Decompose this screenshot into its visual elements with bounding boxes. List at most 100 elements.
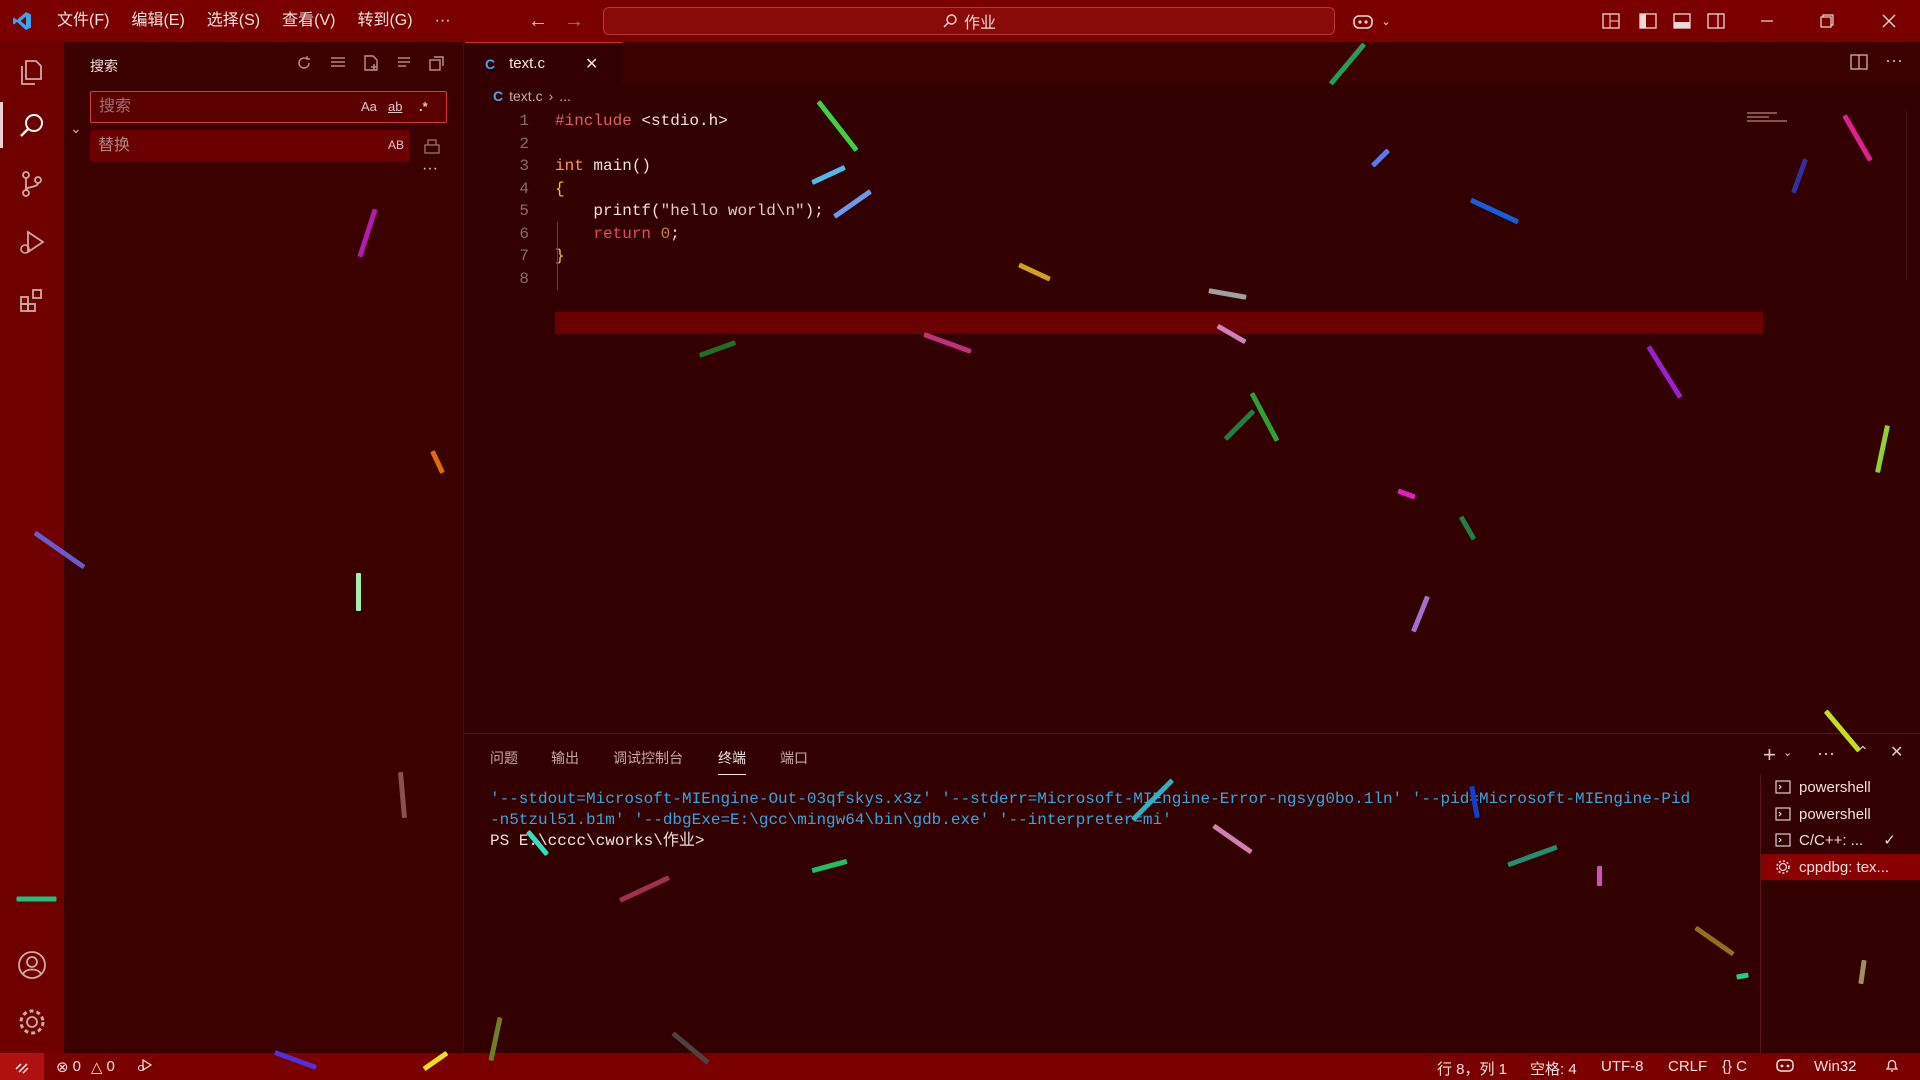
code-line: 7} bbox=[465, 245, 1920, 268]
sidebar-title: 搜索 bbox=[90, 58, 118, 74]
view-as-tree-icon[interactable] bbox=[393, 52, 415, 74]
restore-icon[interactable] bbox=[1816, 10, 1838, 32]
line-number: 5 bbox=[519, 202, 529, 220]
vscode-logo-icon bbox=[0, 0, 44, 42]
explorer-icon[interactable] bbox=[14, 54, 50, 90]
debug-launch-icon[interactable] bbox=[137, 1058, 153, 1076]
line-number: 3 bbox=[519, 157, 529, 175]
new-terminal-icon[interactable]: + bbox=[1763, 742, 1776, 768]
tab-ports[interactable]: 端口 bbox=[780, 748, 808, 768]
menu-view[interactable]: 查看(V) bbox=[271, 0, 346, 42]
tab-debug-console[interactable]: 调试控制台 bbox=[613, 748, 683, 768]
call-end: ); bbox=[804, 202, 824, 220]
panel-more-actions-icon[interactable]: ··· bbox=[1817, 743, 1835, 764]
editor-area: C text.c ✕ ··· C text.c › ... 1 #include … bbox=[465, 42, 1920, 732]
terminal-item-powershell[interactable]: powershell bbox=[1761, 801, 1920, 827]
problems-indicator[interactable]: ⊗ 0 △ 0 bbox=[56, 1058, 115, 1076]
menu-more[interactable]: ··· bbox=[424, 0, 462, 42]
maximize-panel-icon[interactable]: ⌃ bbox=[1857, 743, 1869, 760]
preserve-case-toggle[interactable]: AB bbox=[388, 138, 404, 152]
use-regex-toggle[interactable]: .* bbox=[419, 99, 428, 114]
toggle-primary-sidebar-icon[interactable] bbox=[1637, 10, 1659, 32]
code-line: 1 #include <stdio.h> bbox=[465, 110, 1920, 133]
toggle-panel-icon[interactable] bbox=[1671, 10, 1693, 32]
editor-scrollbar[interactable] bbox=[1906, 110, 1920, 280]
code-editor[interactable]: 1 #include <stdio.h> 2 3 int main() 4{ 5 p… bbox=[465, 110, 1920, 290]
source-control-icon[interactable] bbox=[14, 166, 50, 202]
status-bar: ⊗ 0 △ 0 行 8，列 1 空格: 4 UTF-8 CRLF {} C Win3… bbox=[0, 1053, 1920, 1080]
replace-all-icon[interactable] bbox=[422, 136, 442, 161]
search-input[interactable] bbox=[99, 96, 349, 118]
menu-go[interactable]: 转到(G) bbox=[346, 0, 423, 42]
function-signature: main() bbox=[583, 157, 652, 175]
menu-file[interactable]: 文件(F) bbox=[46, 0, 120, 42]
line-ending[interactable]: CRLF bbox=[1668, 1058, 1707, 1075]
breadcrumb-file[interactable]: text.c bbox=[509, 88, 542, 104]
tab-problems[interactable]: 问题 bbox=[490, 748, 518, 768]
minimap[interactable] bbox=[1747, 110, 1819, 132]
encoding[interactable]: UTF-8 bbox=[1601, 1058, 1644, 1075]
collapse-all-icon[interactable] bbox=[426, 52, 448, 74]
run-debug-icon[interactable] bbox=[14, 224, 50, 260]
close-panel-icon[interactable]: ✕ bbox=[1890, 742, 1903, 762]
tab-terminal[interactable]: 终端 bbox=[718, 748, 746, 775]
terminal-item-cppdbg[interactable]: cppdbg: tex... bbox=[1761, 854, 1920, 880]
remote-indicator-icon[interactable] bbox=[0, 1053, 44, 1080]
brace: { bbox=[555, 179, 565, 198]
terminal-item-powershell[interactable]: powershell bbox=[1761, 774, 1920, 800]
split-editor-icon[interactable] bbox=[1850, 53, 1868, 76]
toggle-secondary-sidebar-icon[interactable] bbox=[1705, 10, 1727, 32]
chevron-down-icon[interactable]: ⌄ bbox=[1783, 746, 1792, 759]
c-file-icon: C bbox=[485, 55, 496, 72]
active-indicator bbox=[0, 102, 3, 148]
account-icon[interactable] bbox=[14, 947, 50, 983]
check-icon: ✓ bbox=[1883, 832, 1896, 849]
tab-output[interactable]: 输出 bbox=[551, 748, 579, 768]
tab-text-c[interactable]: C text.c ✕ bbox=[465, 42, 622, 84]
language-mode[interactable]: {} C bbox=[1722, 1058, 1747, 1075]
search-details-toggle[interactable]: ··· bbox=[422, 160, 438, 178]
line-number: 6 bbox=[519, 224, 529, 243]
customize-layout-icon[interactable] bbox=[1600, 10, 1622, 32]
activity-bar bbox=[0, 42, 64, 1053]
minimize-icon[interactable] bbox=[1756, 10, 1778, 32]
copilot-icon[interactable] bbox=[1352, 10, 1374, 32]
replace-input[interactable] bbox=[98, 136, 318, 156]
refresh-icon[interactable] bbox=[293, 52, 315, 74]
include-target: <stdio.h> bbox=[631, 112, 728, 130]
code-line: 6 return 0; bbox=[465, 223, 1920, 246]
clear-results-icon[interactable] bbox=[327, 52, 349, 74]
keyword-token: int bbox=[555, 157, 584, 175]
close-tab-icon[interactable]: ✕ bbox=[585, 54, 598, 74]
current-line-highlight bbox=[555, 312, 1763, 334]
search-view-icon[interactable] bbox=[14, 108, 50, 144]
menu-edit[interactable]: 编辑(E) bbox=[120, 0, 195, 42]
toggle-replace-chevron-icon[interactable]: ⌄ bbox=[70, 120, 82, 137]
menu-selection[interactable]: 选择(S) bbox=[196, 0, 271, 42]
platform[interactable]: Win32 bbox=[1814, 1058, 1857, 1075]
new-search-editor-icon[interactable] bbox=[360, 52, 382, 74]
settings-gear-icon[interactable] bbox=[14, 1004, 50, 1040]
forward-arrow-icon[interactable]: → bbox=[556, 10, 592, 33]
code-line: 3 int main() bbox=[465, 155, 1920, 178]
back-arrow-icon[interactable]: ← bbox=[520, 10, 556, 33]
match-whole-word-toggle[interactable]: ab bbox=[388, 99, 402, 114]
line-number: 1 bbox=[519, 112, 529, 130]
command-center[interactable]: 作业 bbox=[603, 7, 1335, 35]
code-line: 5 printf("hello world\n"); bbox=[465, 200, 1920, 223]
breadcrumb-more[interactable]: ... bbox=[559, 88, 571, 104]
editor-more-actions-icon[interactable]: ··· bbox=[1885, 50, 1903, 71]
match-case-toggle[interactable]: Aa bbox=[361, 99, 377, 114]
terminal-output[interactable]: '--stdout=Microsoft-MIEngine-Out-03qfsky… bbox=[490, 789, 1748, 852]
extensions-icon[interactable] bbox=[14, 282, 50, 318]
search-icon bbox=[943, 14, 957, 28]
indentation[interactable]: 空格: 4 bbox=[1530, 1058, 1577, 1079]
terminal-icon bbox=[1775, 833, 1791, 847]
cursor-position[interactable]: 行 8，列 1 bbox=[1437, 1058, 1507, 1079]
search-box: Aa ab .* bbox=[90, 91, 447, 123]
terminal-item-cpp-task[interactable]: C/C++: ... ✓ bbox=[1761, 827, 1920, 853]
close-window-icon[interactable] bbox=[1878, 10, 1900, 32]
chevron-down-icon[interactable]: ⌄ bbox=[1375, 10, 1397, 32]
copilot-status-icon[interactable] bbox=[1775, 1057, 1795, 1077]
notifications-bell-icon[interactable] bbox=[1884, 1057, 1900, 1077]
